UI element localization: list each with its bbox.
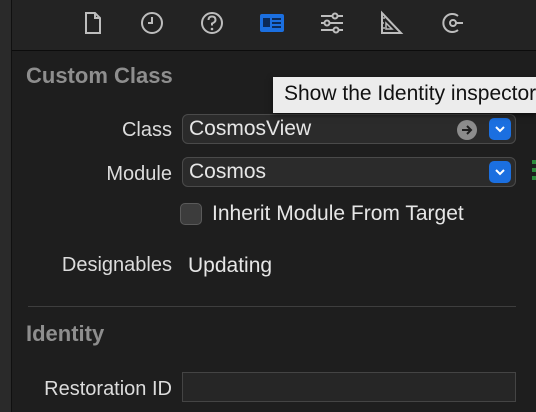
module-value: Cosmos [189,160,267,183]
size-inspector-icon[interactable] [377,9,405,37]
identity-inspector-panel: Custom Class Class CosmosView Module Cos… [12,0,536,412]
go-to-class-arrow-icon[interactable] [457,120,477,140]
identity-inspector-tooltip: Show the Identity inspector [273,77,536,113]
identity-inspector-icon[interactable] [258,9,286,37]
designables-value: Updating [188,254,273,277]
file-inspector-icon[interactable] [79,9,107,37]
identity-section-title: Identity [26,321,105,346]
history-inspector-icon[interactable] [138,9,166,37]
designables-label: Designables [61,254,172,276]
inherit-module-label: Inherit Module From Target [212,202,464,225]
module-combo-box[interactable]: Cosmos [182,157,516,187]
module-dropdown-chevron-icon[interactable] [489,161,511,183]
class-label: Class [121,119,172,141]
quick-help-icon[interactable] [198,9,226,37]
class-combo-box[interactable]: CosmosView [182,114,516,144]
restoration-id-field[interactable] [182,372,516,402]
section-divider [28,306,516,307]
attributes-inspector-icon[interactable] [318,9,346,37]
inherit-module-checkbox[interactable] [180,203,202,225]
class-dropdown-chevron-icon[interactable] [489,118,511,140]
canvas-edge-marker [532,160,536,182]
class-value: CosmosView [189,117,312,140]
module-label: Module [106,163,172,185]
editor-edge [0,0,12,412]
connections-inspector-icon[interactable] [438,9,466,37]
inspector-toolbar [12,0,536,51]
restoration-id-label: Restoration ID [44,378,172,400]
custom-class-section-title: Custom Class [26,63,173,88]
